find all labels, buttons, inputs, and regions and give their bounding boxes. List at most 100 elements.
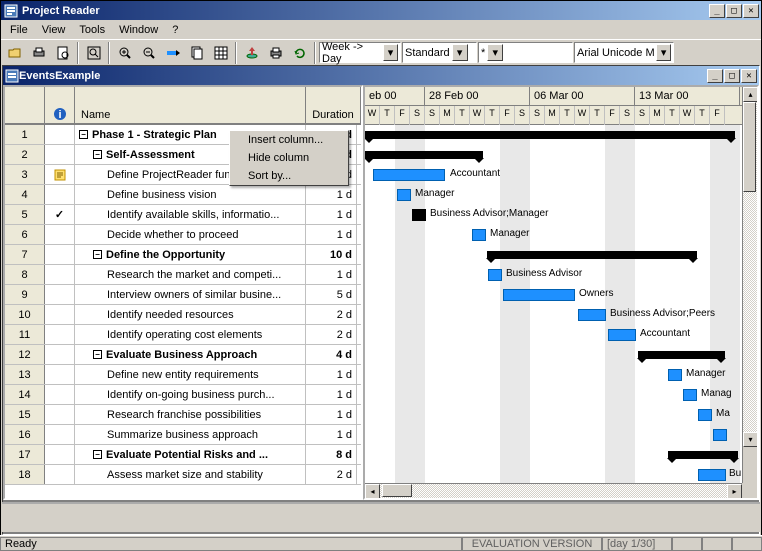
task-bar[interactable] [373,169,445,181]
doc-maximize-button[interactable]: □ [724,69,740,83]
duration-cell[interactable]: 2 d [306,305,357,324]
name-cell[interactable]: Decide whether to proceed [75,225,306,244]
name-cell[interactable]: −Define the Opportunity [75,245,306,264]
table-row[interactable]: 16Summarize business approach1 d [5,425,361,445]
task-bar[interactable] [397,189,411,201]
doc-minimize-button[interactable]: _ [707,69,723,83]
duration-cell[interactable]: 4 d [306,345,357,364]
duration-cell[interactable]: 2 d [306,465,357,484]
table-row[interactable]: 17 −Evaluate Potential Risks and ...8 d [5,445,361,465]
task-bar[interactable] [683,389,697,401]
row-header[interactable]: 10 [5,305,45,324]
duration-cell[interactable]: 1 d [306,185,357,204]
font-combo[interactable]: Arial Unicode MS▾ [574,42,674,63]
duration-cell[interactable]: 1 d [306,385,357,404]
table-row[interactable]: 13Define new entity requirements1 d [5,365,361,385]
name-cell[interactable]: Research the market and competi... [75,265,306,284]
minimize-button[interactable]: _ [709,4,725,18]
row-header[interactable]: 5 [5,205,45,224]
duration-cell[interactable]: 1 d [306,205,357,224]
task-bar[interactable] [488,269,502,281]
duration-cell[interactable]: 1 d [306,405,357,424]
table-row[interactable]: 6Decide whether to proceed1 d [5,225,361,245]
col-duration[interactable]: Duration [306,87,361,124]
zoom-out-button[interactable] [137,42,160,64]
task-bar[interactable] [578,309,606,321]
task-bar[interactable] [608,329,636,341]
row-header[interactable]: 2 [5,145,45,164]
print2-button[interactable] [264,42,287,64]
col-indicator[interactable]: i [45,87,75,124]
gantt-scrollbar-v[interactable]: ▴ ▾ [742,87,757,483]
row-header[interactable]: 12 [5,345,45,364]
preview-button[interactable] [51,42,74,64]
gantt-scrollbar-h[interactable]: ◂ ▸ [365,483,742,498]
row-header[interactable]: 14 [5,385,45,404]
layout-combo[interactable]: Standard▾ [402,42,477,63]
col-rownum[interactable] [5,87,45,124]
row-header[interactable]: 9 [5,285,45,304]
row-header[interactable]: 3 [5,165,45,184]
task-bar[interactable] [698,469,726,481]
task-bar[interactable] [472,229,486,241]
copy-button[interactable] [185,42,208,64]
zoom-combo[interactable]: Week -> Day▾ [319,42,401,63]
scroll-thumb[interactable] [743,102,756,192]
summary-bar[interactable] [668,451,738,459]
menu-file[interactable]: File [3,22,35,38]
close-button[interactable]: ✕ [743,4,759,18]
col-name[interactable]: Name [75,87,306,124]
row-header[interactable]: 7 [5,245,45,264]
table-row[interactable]: 9 Interview owners of similar busine...5 … [5,285,361,305]
row-header[interactable]: 11 [5,325,45,344]
name-cell[interactable]: Identify available skills, informatio... [75,205,306,224]
scroll-up-button[interactable]: ▴ [743,87,758,102]
name-cell[interactable]: −Evaluate Potential Risks and ... [75,445,306,464]
duration-cell[interactable]: 10 d [306,245,357,264]
name-cell[interactable]: Identify on-going business purch... [75,385,306,404]
duration-cell[interactable]: 2 d [306,325,357,344]
menu-sort-by[interactable]: Sort by... [230,167,348,185]
duration-cell[interactable]: 8 d [306,445,357,464]
summary-bar[interactable] [487,251,697,259]
bottom-splitter[interactable] [2,502,760,532]
menu-help[interactable]: ? [165,22,185,38]
table-row[interactable]: 15Research franchise possibilities1 d [5,405,361,425]
duration-cell[interactable]: 5 d [306,285,357,304]
table-row[interactable]: 5✓Identify available skills, informatio.… [5,205,361,225]
outline-toggle[interactable]: − [79,130,88,139]
task-bar[interactable] [668,369,682,381]
table-row[interactable]: 4Define business vision1 d [5,185,361,205]
name-cell[interactable]: Interview owners of similar busine... [75,285,306,304]
table-row[interactable]: 12−Evaluate Business Approach4 d [5,345,361,365]
row-header[interactable]: 8 [5,265,45,284]
task-bar[interactable] [698,409,712,421]
outline-toggle[interactable]: − [93,350,102,359]
task-bar[interactable] [412,209,426,221]
duration-cell[interactable]: 1 d [306,425,357,444]
maximize-button[interactable]: □ [726,4,742,18]
export-button[interactable] [240,42,263,64]
outline-toggle[interactable]: − [93,450,102,459]
row-header[interactable]: 18 [5,465,45,484]
summary-bar[interactable] [365,151,483,159]
name-cell[interactable]: Define business vision [75,185,306,204]
scroll-thumb[interactable] [382,484,412,497]
gantt-body[interactable]: Accountant Manager Business Advisor;Mana… [365,125,757,483]
print-button[interactable] [27,42,50,64]
grid-button[interactable] [209,42,232,64]
zoom-in-button[interactable] [113,42,136,64]
row-header[interactable]: 1 [5,125,45,144]
summary-bar[interactable] [365,131,735,139]
row-header[interactable]: 16 [5,425,45,444]
table-row[interactable]: 14 Identify on-going business purch...1 d [5,385,361,405]
name-cell[interactable]: Identify needed resources [75,305,306,324]
table-row[interactable]: 11Identify operating cost elements2 d [5,325,361,345]
table-row[interactable]: 10 Identify needed resources2 d [5,305,361,325]
outline-toggle[interactable]: − [93,250,102,259]
table-row[interactable]: 7 −Define the Opportunity10 d [5,245,361,265]
name-cell[interactable]: Define new entity requirements [75,365,306,384]
table-row[interactable]: 8Research the market and competi...1 d [5,265,361,285]
task-bar[interactable] [713,429,727,441]
row-header[interactable]: 17 [5,445,45,464]
